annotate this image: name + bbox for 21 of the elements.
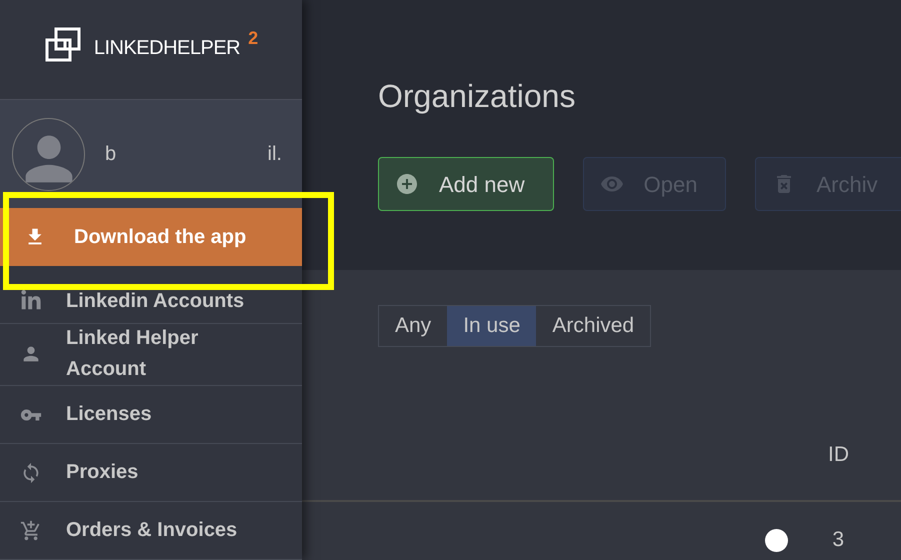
logo-version: 2 <box>248 26 258 50</box>
download-button[interactable]: Download the app <box>0 208 302 266</box>
toolbar-button[interactable]: Add new <box>378 157 554 211</box>
avatar-icon <box>12 118 85 191</box>
linkedin-icon <box>20 290 42 312</box>
sidebar-item[interactable]: Licenses <box>0 386 302 444</box>
user-name: b <box>105 142 116 168</box>
sidebar-item[interactable]: Proxies <box>0 444 302 502</box>
sidebar-item[interactable]: Orders & Invoices <box>0 502 302 560</box>
filter-tab[interactable]: Any <box>379 306 448 346</box>
logo-icon <box>44 27 82 64</box>
sidebar-item[interactable]: Linked Helper Account <box>0 324 302 386</box>
sidebar-item[interactable]: Linkedin Accounts <box>0 266 302 324</box>
user-name-end: il. <box>268 142 282 168</box>
logo-text: LINKEDHELPER <box>94 36 240 61</box>
column-header: ID <box>828 442 849 468</box>
cart-icon <box>20 520 42 542</box>
page-title: Organizations <box>378 77 576 116</box>
filter-tab[interactable]: In use <box>447 306 536 346</box>
table-cell-text: 3 <box>832 527 844 554</box>
filter-tab[interactable]: Archived <box>536 306 650 346</box>
